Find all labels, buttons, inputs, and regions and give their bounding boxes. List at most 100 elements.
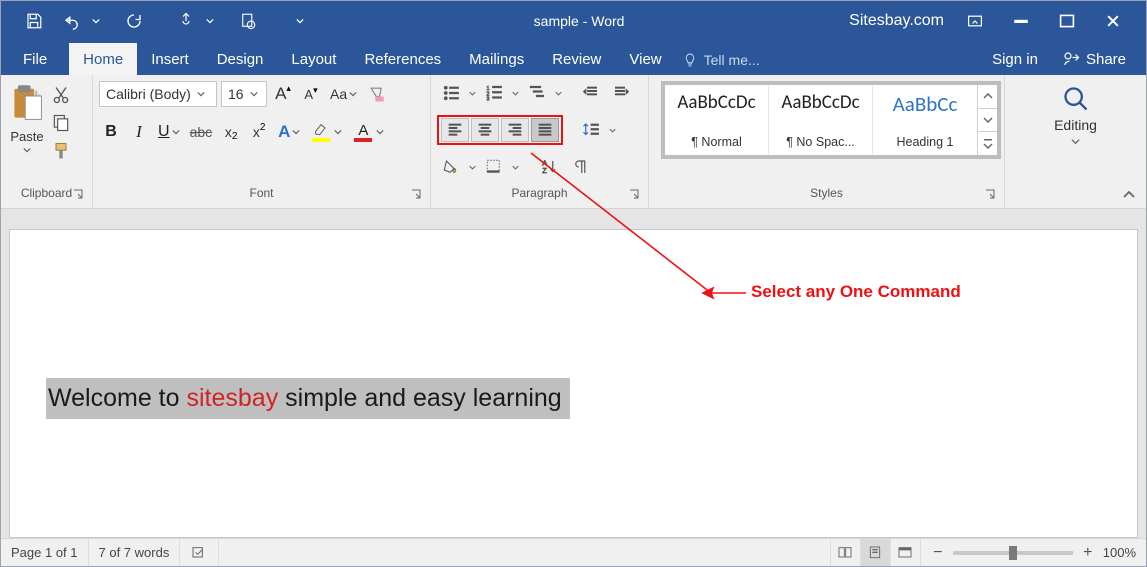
save-icon[interactable] <box>25 12 43 30</box>
tab-design[interactable]: Design <box>203 43 278 75</box>
proofing-button[interactable] <box>180 539 219 566</box>
tell-me-search[interactable]: Tell me... <box>676 52 770 75</box>
styles-up-icon[interactable] <box>978 85 997 109</box>
tab-references[interactable]: References <box>350 43 455 75</box>
page-count[interactable]: Page 1 of 1 <box>1 539 89 566</box>
line-spacing-button[interactable] <box>577 118 605 142</box>
tab-home[interactable]: Home <box>69 43 137 75</box>
watermark-text: Sitesbay.com <box>849 12 954 30</box>
print-preview-icon[interactable] <box>239 12 257 30</box>
bold-button[interactable]: B <box>99 119 123 145</box>
paste-icon[interactable] <box>9 83 45 127</box>
qat-dropdown-icon[interactable] <box>201 12 219 30</box>
styles-down-icon[interactable] <box>978 109 997 133</box>
web-layout-button[interactable] <box>890 539 920 566</box>
maximize-icon[interactable] <box>1058 12 1076 30</box>
tab-view[interactable]: View <box>615 43 675 75</box>
tab-mailings[interactable]: Mailings <box>455 43 538 75</box>
strikethrough-button[interactable]: abc <box>187 119 216 145</box>
undo-icon[interactable] <box>63 12 81 30</box>
svg-text:3: 3 <box>487 97 490 103</box>
touch-mode-icon[interactable] <box>177 12 195 30</box>
styles-more-icon[interactable] <box>978 132 997 155</box>
style-no-spacing[interactable]: AaBbCcDc ¶ No Spac... <box>769 85 873 155</box>
paste-button[interactable]: Paste <box>7 129 47 144</box>
sign-in-link[interactable]: Sign in <box>978 43 1052 75</box>
style-normal[interactable]: AaBbCcDc ¶ Normal <box>665 85 769 155</box>
dialog-launcher-icon[interactable] <box>984 188 996 200</box>
dropdown-icon[interactable] <box>469 90 476 97</box>
grow-font-button[interactable]: A▴ <box>271 81 295 107</box>
dropdown-icon[interactable] <box>512 90 519 97</box>
share-label: Share <box>1086 51 1126 68</box>
align-left-button[interactable] <box>441 118 469 142</box>
dropdown-icon[interactable] <box>555 90 562 97</box>
group-label: Font <box>99 186 424 206</box>
change-case-button[interactable]: Aa <box>327 81 360 107</box>
quick-access-toolbar <box>1 12 309 30</box>
paste-dropdown-icon[interactable] <box>23 146 31 154</box>
styles-gallery[interactable]: AaBbCcDc ¶ Normal AaBbCcDc ¶ No Spac... … <box>661 81 1001 159</box>
justify-button[interactable] <box>531 118 559 142</box>
window-controls <box>954 12 1146 30</box>
shrink-font-button[interactable]: A▾ <box>299 81 323 107</box>
share-icon <box>1062 50 1080 68</box>
group-font: Calibri (Body) 16 A▴ A▾ Aa B I U abc x2 … <box>93 75 431 208</box>
tab-insert[interactable]: Insert <box>137 43 203 75</box>
lightbulb-icon <box>682 52 698 68</box>
zoom-control: − + 100% <box>920 539 1146 566</box>
word-count[interactable]: 7 of 7 words <box>89 539 181 566</box>
zoom-slider[interactable] <box>953 551 1073 555</box>
print-layout-button[interactable] <box>860 539 890 566</box>
status-bar: Page 1 of 1 7 of 7 words − + 100% <box>1 538 1146 566</box>
editing-button[interactable]: Editing <box>1054 117 1097 133</box>
italic-button[interactable]: I <box>127 119 151 145</box>
window-title: sample - Word <box>309 13 849 29</box>
subscript-button[interactable]: x2 <box>219 119 243 145</box>
ribbon-display-icon[interactable] <box>966 12 984 30</box>
style-heading-1[interactable]: AaBbCc Heading 1 <box>873 85 977 155</box>
selected-text[interactable]: Welcome to sitesbay simple and easy lear… <box>46 378 570 419</box>
dialog-launcher-icon[interactable] <box>410 188 422 200</box>
multilevel-list-button[interactable] <box>523 81 551 105</box>
group-label: Clipboard <box>7 186 86 206</box>
find-icon[interactable] <box>1062 85 1090 113</box>
ribbon-tabs: File Home Insert Design Layout Reference… <box>1 41 1146 75</box>
tab-file[interactable]: File <box>1 43 69 75</box>
read-mode-button[interactable] <box>830 539 860 566</box>
zoom-in-button[interactable]: + <box>1081 544 1095 562</box>
underline-button[interactable]: U <box>155 119 183 145</box>
dialog-launcher-icon[interactable] <box>72 188 84 200</box>
highlight-button[interactable] <box>307 119 345 145</box>
dropdown-icon[interactable] <box>1071 137 1080 146</box>
tab-review[interactable]: Review <box>538 43 615 75</box>
collapse-ribbon-icon[interactable] <box>1122 188 1136 202</box>
minimize-icon[interactable] <box>1012 12 1030 30</box>
superscript-button[interactable]: x2 <box>247 119 271 145</box>
increase-indent-button[interactable] <box>608 81 636 105</box>
close-icon[interactable] <box>1104 12 1122 30</box>
font-size-combo[interactable]: 16 <box>221 81 267 107</box>
qat-customize-icon[interactable] <box>291 12 309 30</box>
align-center-button[interactable] <box>471 118 499 142</box>
copy-icon[interactable] <box>51 113 71 133</box>
annotation-line <box>451 151 771 311</box>
alignment-highlight <box>437 115 563 145</box>
tab-layout[interactable]: Layout <box>277 43 350 75</box>
cut-icon[interactable] <box>51 85 71 105</box>
redo-icon[interactable] <box>125 12 143 30</box>
decrease-indent-button[interactable] <box>576 81 604 105</box>
qat-dropdown-icon[interactable] <box>87 12 105 30</box>
font-name-combo[interactable]: Calibri (Body) <box>99 81 217 107</box>
text-effects-button[interactable]: A <box>275 119 303 145</box>
zoom-level[interactable]: 100% <box>1103 545 1136 560</box>
clear-formatting-button[interactable] <box>364 81 390 107</box>
font-color-button[interactable]: A <box>349 119 387 145</box>
bullets-button[interactable] <box>437 81 465 105</box>
align-right-button[interactable] <box>501 118 529 142</box>
numbering-button[interactable]: 123 <box>480 81 508 105</box>
format-painter-icon[interactable] <box>51 141 71 161</box>
share-button[interactable]: Share <box>1052 42 1146 75</box>
dropdown-icon[interactable] <box>609 127 616 134</box>
zoom-out-button[interactable]: − <box>931 544 945 562</box>
